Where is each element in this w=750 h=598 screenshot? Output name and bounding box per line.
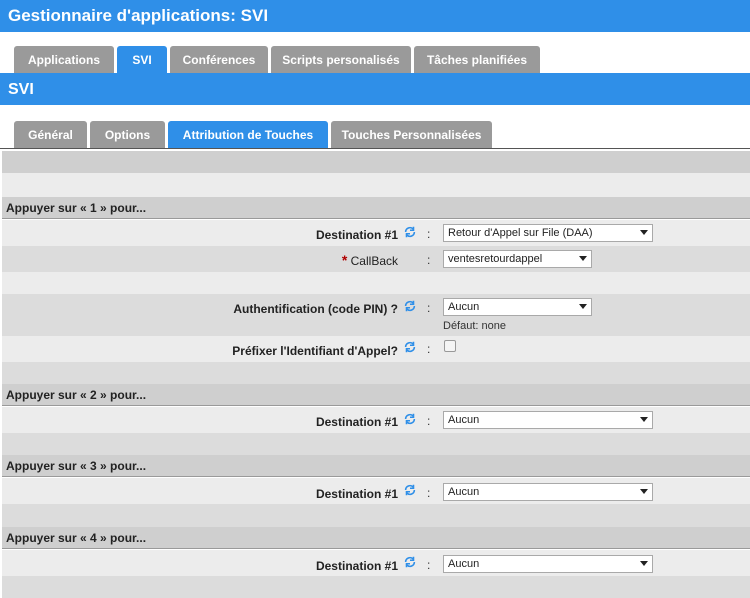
app-title: Gestionnaire d'applications: SVI — [0, 0, 750, 32]
key1-prefix-checkbox[interactable] — [444, 340, 456, 352]
select-value: Aucun — [448, 558, 480, 570]
refresh-icon[interactable] — [403, 555, 417, 569]
select-value: Aucun — [448, 486, 480, 498]
chevron-down-icon — [640, 230, 648, 235]
refresh-icon[interactable] — [403, 483, 417, 497]
colon-separator: : — [427, 301, 431, 315]
spacer-band — [2, 173, 750, 197]
tab-svi[interactable]: SVI — [117, 46, 167, 74]
key1-auth-default: Défaut: none — [443, 320, 506, 332]
colon-separator: : — [427, 558, 431, 572]
toolbar-band — [2, 151, 750, 173]
tab-touches-perso[interactable]: Touches Personnalisées — [331, 121, 492, 149]
required-marker: * — [341, 252, 348, 268]
key1-prefix-label: Préfixer l'Identifiant d'Appel? — [232, 344, 398, 358]
tab-general[interactable]: Général — [14, 121, 87, 149]
main-tabs: Applications SVI Conférences Scripts per… — [0, 46, 750, 74]
key1-destination-select[interactable]: Retour d'Appel sur File (DAA) — [443, 224, 653, 242]
key1-header: Appuyer sur « 1 » pour... — [2, 197, 750, 219]
section-title: SVI — [0, 75, 750, 105]
colon-separator: : — [427, 486, 431, 500]
select-value: Retour d'Appel sur File (DAA) — [448, 227, 593, 239]
spacer-band — [2, 433, 750, 455]
key2-destination-label: Destination #1 — [315, 415, 398, 429]
subtab-underline — [0, 148, 750, 149]
key3-destination-select[interactable]: Aucun — [443, 483, 653, 501]
key1-callback-label: CallBack — [350, 254, 398, 268]
key1-callback-select[interactable]: ventesretourdappel — [443, 250, 592, 268]
refresh-icon[interactable] — [403, 340, 417, 354]
chevron-down-icon — [579, 256, 587, 261]
tab-taches[interactable]: Tâches planifiées — [414, 46, 540, 74]
colon-separator: : — [427, 342, 431, 356]
colon-separator: : — [427, 227, 431, 241]
key1-auth-select[interactable]: Aucun — [443, 298, 592, 316]
colon-separator: : — [427, 253, 431, 267]
colon-separator: : — [427, 414, 431, 428]
tab-applications[interactable]: Applications — [14, 46, 114, 74]
key4-destination-select[interactable]: Aucun — [443, 555, 653, 573]
tab-attribution[interactable]: Attribution de Touches — [168, 121, 328, 149]
key4-destination-label: Destination #1 — [315, 559, 398, 573]
key1-auth-label: Authentification (code PIN) ? — [233, 302, 398, 316]
spacer-band — [2, 576, 750, 598]
sub-tabs: Général Options Attribution de Touches T… — [0, 121, 750, 149]
spacer-band — [2, 362, 750, 384]
select-value: Aucun — [448, 301, 480, 313]
chevron-down-icon — [640, 561, 648, 566]
tab-conferences[interactable]: Conférences — [170, 46, 268, 74]
select-value: Aucun — [448, 414, 480, 426]
key1-callback-label-wrap: * CallBack — [342, 252, 398, 268]
key4-header: Appuyer sur « 4 » pour... — [2, 527, 750, 549]
key3-header: Appuyer sur « 3 » pour... — [2, 455, 750, 477]
tab-options[interactable]: Options — [90, 121, 165, 149]
key2-destination-select[interactable]: Aucun — [443, 411, 653, 429]
select-value: ventesretourdappel — [448, 253, 543, 265]
refresh-icon[interactable] — [403, 412, 417, 426]
spacer-band — [2, 272, 750, 294]
chevron-down-icon — [579, 304, 587, 309]
refresh-icon[interactable] — [403, 225, 417, 239]
refresh-icon[interactable] — [403, 299, 417, 313]
chevron-down-icon — [640, 489, 648, 494]
key1-destination-label: Destination #1 — [315, 228, 398, 242]
key2-header: Appuyer sur « 2 » pour... — [2, 384, 750, 406]
tab-scripts[interactable]: Scripts personalisés — [271, 46, 411, 74]
spacer-band — [2, 504, 750, 527]
chevron-down-icon — [640, 417, 648, 422]
key3-destination-label: Destination #1 — [315, 487, 398, 501]
